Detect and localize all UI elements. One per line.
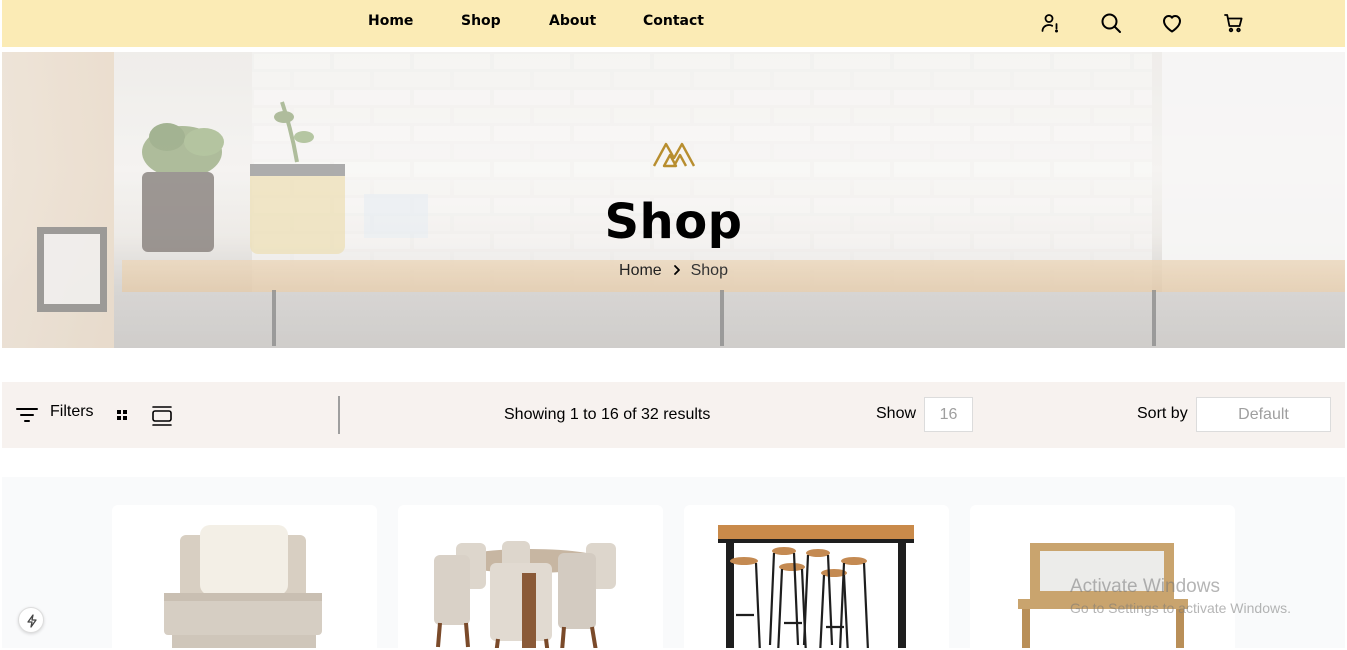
floating-lightning-button[interactable] — [18, 607, 44, 633]
nav-link-about[interactable]: About — [549, 13, 596, 29]
cart-icon[interactable] — [1222, 11, 1246, 35]
breadcrumb: Home Shop — [2, 262, 1345, 280]
sort-select[interactable]: Default — [1196, 397, 1331, 432]
filter-icon[interactable] — [15, 405, 39, 425]
bar-table-stools-product-image — [718, 525, 914, 648]
navbar: Home Shop About Contact — [2, 0, 1345, 47]
page-frame: Home Shop About Contact Shop Home Shop F… — [2, 0, 1345, 648]
nav-link-home[interactable]: Home — [368, 13, 413, 29]
breadcrumb-home-link[interactable]: Home — [619, 262, 662, 279]
brand-logo-icon — [652, 142, 696, 168]
os-watermark-title: Activate Windows — [1070, 576, 1220, 597]
grid-view-icon[interactable] — [115, 408, 131, 424]
chevron-right-icon — [674, 265, 681, 275]
product-card[interactable] — [684, 505, 949, 648]
show-label: Show — [876, 405, 917, 422]
user-alert-icon[interactable] — [1038, 11, 1062, 35]
product-card[interactable] — [398, 505, 663, 648]
show-count-input[interactable] — [924, 397, 973, 432]
armchair-product-image — [164, 525, 322, 648]
lightning-icon — [27, 614, 37, 628]
filters-button[interactable]: Filters — [50, 403, 94, 421]
heart-icon[interactable] — [1160, 11, 1184, 35]
results-count: Showing 1 to 16 of 32 results — [504, 406, 711, 423]
product-grid — [2, 477, 1345, 648]
dining-table-set-product-image — [434, 541, 616, 648]
nav-link-shop[interactable]: Shop — [461, 13, 501, 29]
product-card[interactable] — [112, 505, 377, 648]
search-icon[interactable] — [1099, 11, 1123, 35]
hero-banner: Shop Home Shop — [2, 52, 1345, 348]
os-watermark-subtitle: Go to Settings to activate Windows. — [1070, 600, 1291, 616]
breadcrumb-current: Shop — [690, 262, 728, 279]
sort-by-label: Sort by — [1137, 405, 1188, 422]
filter-divider — [338, 396, 340, 434]
list-view-icon[interactable] — [150, 404, 174, 428]
nav-links: Home Shop About Contact — [2, 0, 1345, 47]
filter-bar: Filters Showing 1 to 16 of 32 results Sh… — [2, 382, 1345, 448]
nav-link-contact[interactable]: Contact — [643, 13, 704, 29]
page-title: Shop — [604, 194, 743, 250]
